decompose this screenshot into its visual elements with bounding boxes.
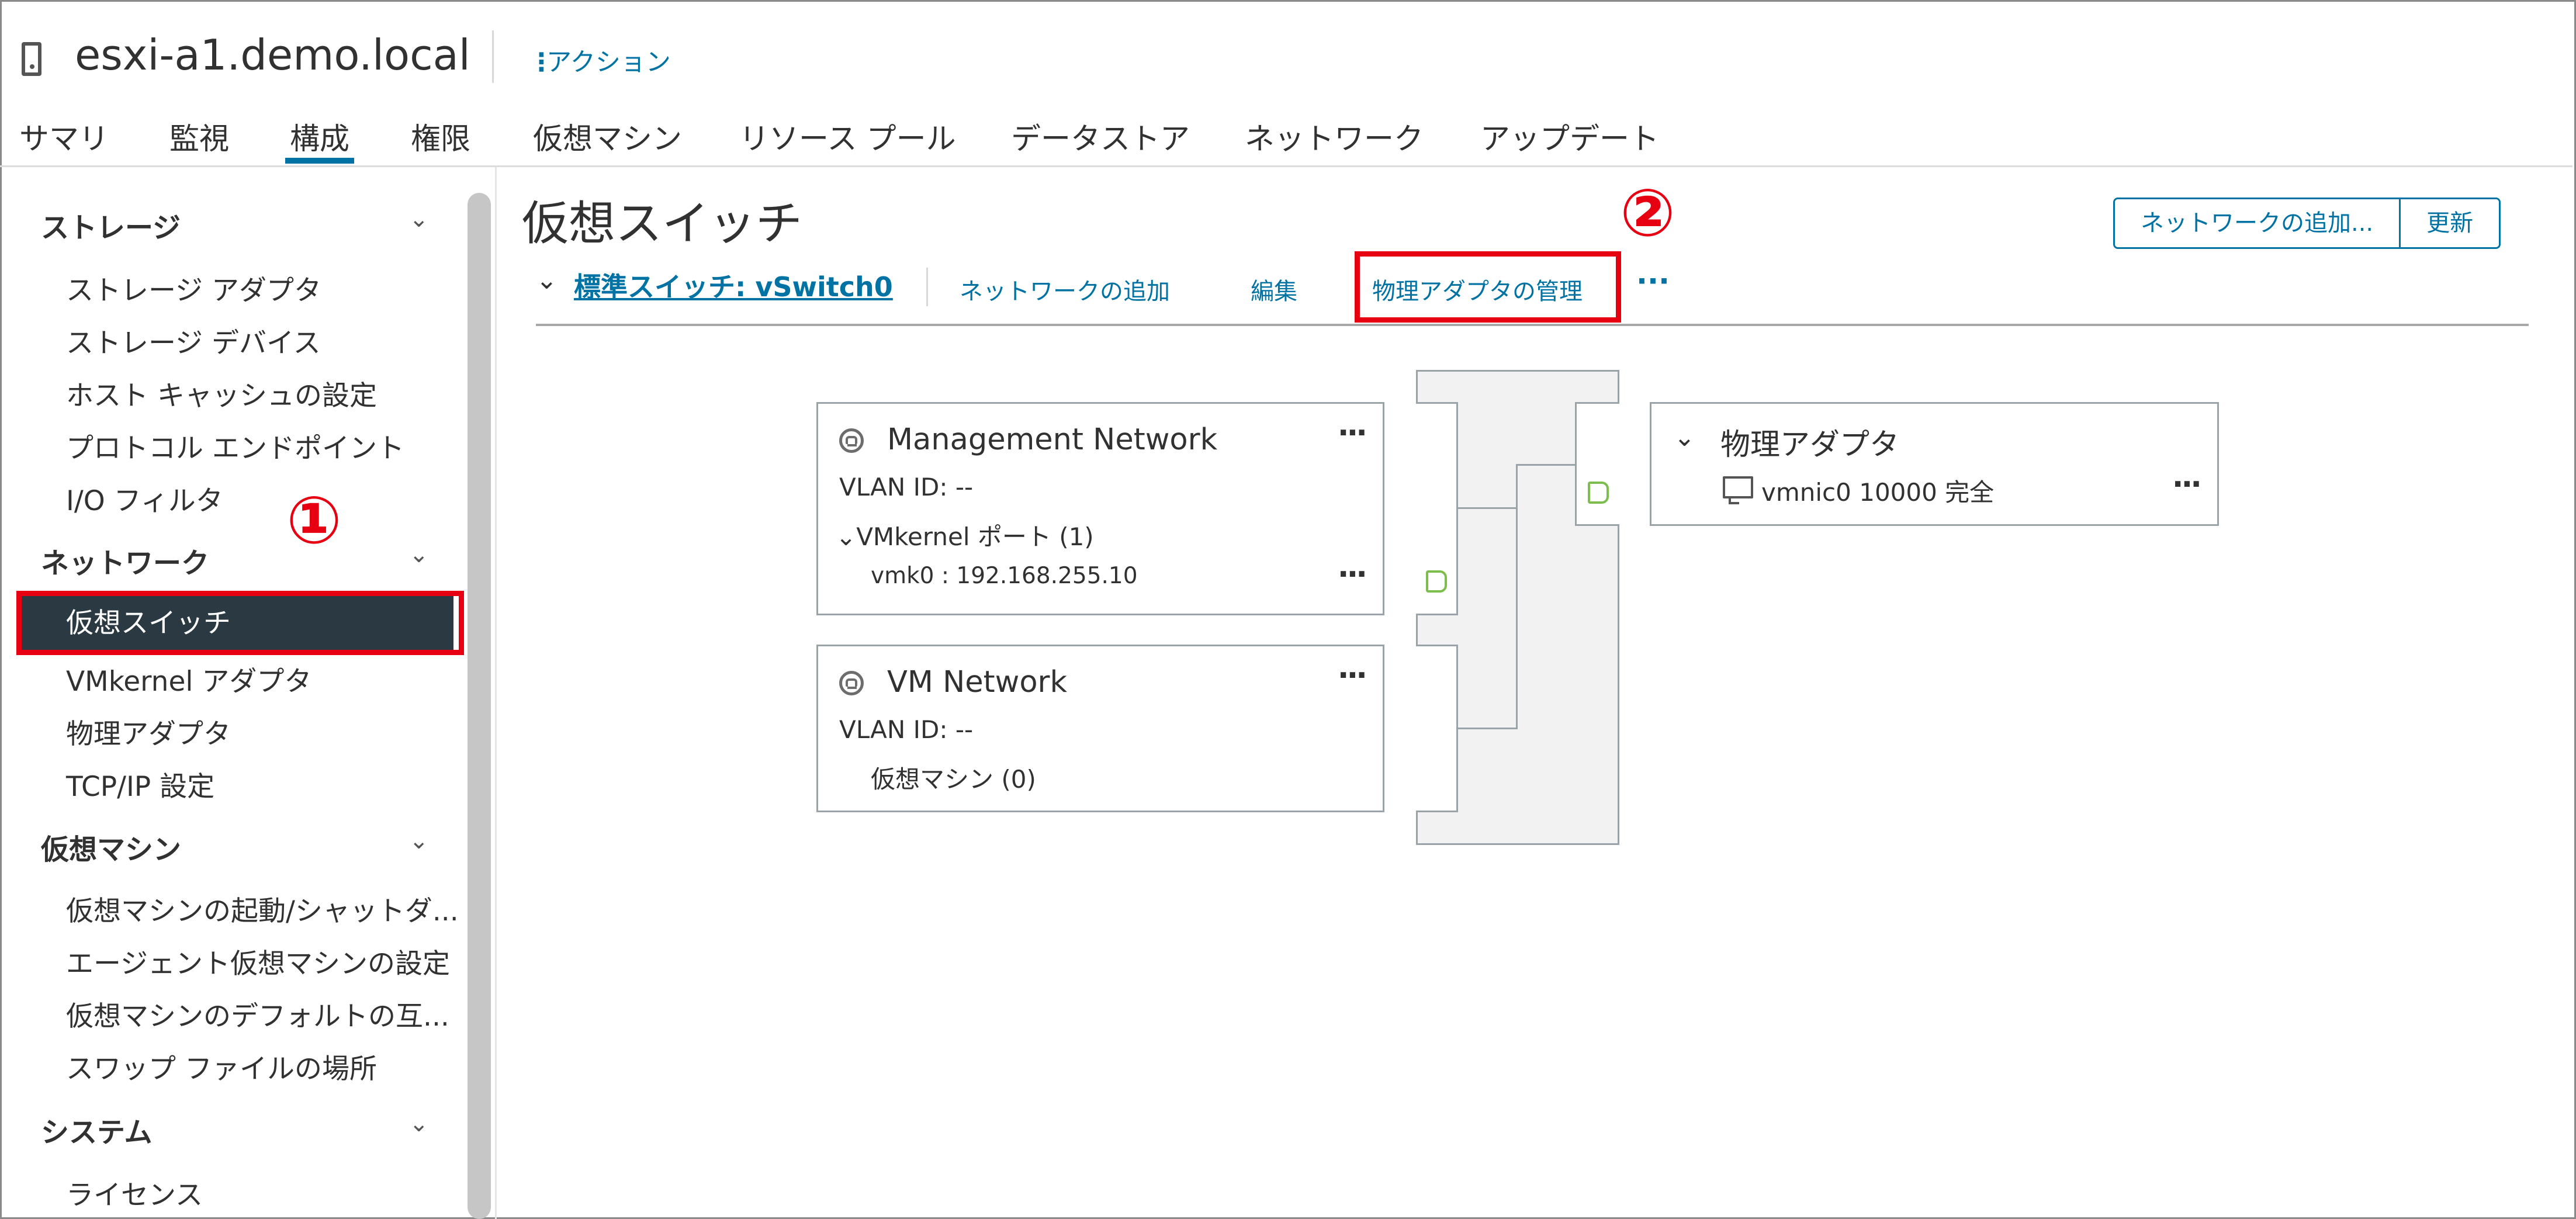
wire [1516, 464, 1518, 729]
highlight-box-step-1 [16, 591, 464, 655]
header-rule [0, 165, 2572, 167]
physical-adapters-card[interactable]: ⌄ 物理アダプタ vmnic0 10000 完全 ··· [1650, 402, 2219, 526]
sidebar-item-vm-compat[interactable]: 仮想マシンのデフォルトの互... [66, 993, 449, 1034]
active-tab-indicator [285, 158, 354, 164]
physical-adapters-title: 物理アダプタ [1720, 428, 1900, 462]
add-network-button[interactable]: ネットワークの追加... [2115, 199, 2400, 247]
host-server-icon [22, 42, 41, 76]
sidebar-item-host-cache[interactable]: ホスト キャッシュの設定 [66, 373, 377, 413]
nic-icon [1723, 476, 1753, 504]
header-button-group: ネットワークの追加... 更新 [2113, 198, 2501, 249]
sidebar-item-vmkernel-adapters[interactable]: VMkernel アダプタ [66, 659, 311, 699]
sidebar-scrollbar[interactable] [468, 193, 491, 1219]
uplink-connector [1575, 402, 1619, 526]
highlight-box-step-2 [1355, 251, 1621, 323]
switch-edit-link[interactable]: 編集 [1251, 272, 1297, 306]
step-marker-1: ① [286, 483, 342, 559]
chevron-down-icon[interactable]: ⌄ [536, 265, 558, 295]
sidebar-item-swap-file[interactable]: スワップ ファイルの場所 [66, 1046, 377, 1086]
sidebar-item-agent-vm[interactable]: エージェント仮想マシンの設定 [66, 941, 450, 981]
sidebar-item-storage-devices[interactable]: ストレージ デバイス [66, 320, 321, 361]
tab-networks[interactable]: ネットワーク [1245, 115, 1424, 158]
port-green-icon [1426, 570, 1447, 593]
port-group-icon [839, 428, 864, 453]
port-group-name: Management Network [887, 423, 1218, 457]
port-group-icon [839, 671, 864, 695]
chevron-down-icon[interactable]: ⌄ [409, 541, 429, 568]
tab-monitor[interactable]: 監視 [169, 115, 229, 158]
sidebar-section-storage[interactable]: ストレージ [41, 205, 181, 245]
wire [1458, 507, 1516, 509]
physical-nic-item[interactable]: vmnic0 10000 完全 [1761, 473, 1994, 508]
port-group-card[interactable]: Management Network ··· VLAN ID: -- ⌄VMke… [816, 402, 1384, 615]
uplink-green-icon [1588, 482, 1609, 504]
top-tab-bar: サマリ 監視 構成 権限 仮想マシン リソース プール データストア ネットワー… [0, 115, 2571, 167]
tab-updates[interactable]: アップデート [1480, 115, 1659, 158]
tab-datastores[interactable]: データストア [1011, 115, 1190, 158]
tab-vms[interactable]: 仮想マシン [533, 115, 682, 158]
sidebar-item-protocol-endpoints[interactable]: プロトコル エンドポイント [66, 425, 404, 466]
vertical-ellipsis-icon: ⋮ [529, 48, 554, 77]
sidebar-item-io-filters[interactable]: I/O フィルタ [66, 478, 223, 518]
sidebar-item-tcpip[interactable]: TCP/IP 設定 [66, 764, 214, 804]
sidebar-item-licensing[interactable]: ライセンス [66, 1172, 203, 1213]
sidebar-item-physical-adapters[interactable]: 物理アダプタ [66, 711, 231, 752]
tab-summary[interactable]: サマリ [19, 115, 109, 158]
more-icon[interactable]: ··· [1338, 415, 1367, 451]
chevron-down-icon: ⌄ [836, 522, 857, 551]
vmkernel-ports-label: VMkernel ポート (1) [856, 522, 1094, 551]
port-group-vlan: VLAN ID: -- [839, 473, 974, 501]
panel-divider [495, 167, 497, 1219]
header-divider [492, 30, 494, 83]
switch-rule [536, 324, 2529, 326]
port-group-name: VM Network [887, 665, 1068, 699]
sidebar-section-vms[interactable]: 仮想マシン [41, 826, 181, 867]
sidebar-section-system[interactable]: システム [41, 1109, 153, 1150]
tab-resource-pools[interactable]: リソース プール [739, 115, 956, 158]
actions-menu-button[interactable]: ⋮アクション [529, 42, 671, 78]
switch-port-connector [1416, 645, 1458, 812]
wire [1516, 464, 1576, 466]
switch-more-icon[interactable]: ··· [1636, 264, 1670, 298]
vmkernel-port-item[interactable]: vmk0 : 192.168.255.10 [871, 563, 1138, 589]
switch-add-network-link[interactable]: ネットワークの追加 [960, 272, 1170, 306]
sidebar-section-networking[interactable]: ネットワーク [41, 540, 209, 581]
chevron-down-icon[interactable]: ⌄ [409, 206, 429, 233]
sidebar-item-storage-adapters[interactable]: ストレージ アダプタ [66, 268, 321, 308]
more-icon[interactable]: ··· [1338, 658, 1367, 693]
more-icon[interactable]: ··· [1338, 557, 1367, 592]
switch-toolbar-divider [926, 268, 928, 306]
step-marker-2: ② [1620, 175, 1675, 251]
switch-name-link[interactable]: 標準スイッチ: vSwitch0 [574, 266, 893, 304]
more-icon[interactable]: ··· [2172, 467, 2202, 502]
actions-label: アクション [546, 48, 671, 77]
port-group-vmkernel-expander[interactable]: ⌄VMkernel ポート (1) [836, 517, 1094, 553]
tab-configure[interactable]: 構成 [290, 115, 349, 158]
tab-permissions[interactable]: 権限 [411, 115, 470, 158]
chevron-down-icon[interactable]: ⌄ [1674, 423, 1695, 452]
port-group-vlan: VLAN ID: -- [839, 715, 974, 744]
page-title: 仮想スイッチ [522, 196, 802, 251]
chevron-down-icon[interactable]: ⌄ [409, 827, 429, 854]
host-title: esxi-a1.demo.local [75, 30, 470, 79]
port-group-card[interactable]: VM Network ··· VLAN ID: -- 仮想マシン (0) [816, 645, 1384, 812]
refresh-button[interactable]: 更新 [2399, 199, 2499, 247]
sidebar-item-vm-startup[interactable]: 仮想マシンの起動/シャットダ... [66, 888, 459, 929]
wire [1458, 728, 1516, 729]
vm-count-label[interactable]: 仮想マシン (0) [871, 760, 1036, 795]
chevron-down-icon[interactable]: ⌄ [409, 1110, 429, 1137]
